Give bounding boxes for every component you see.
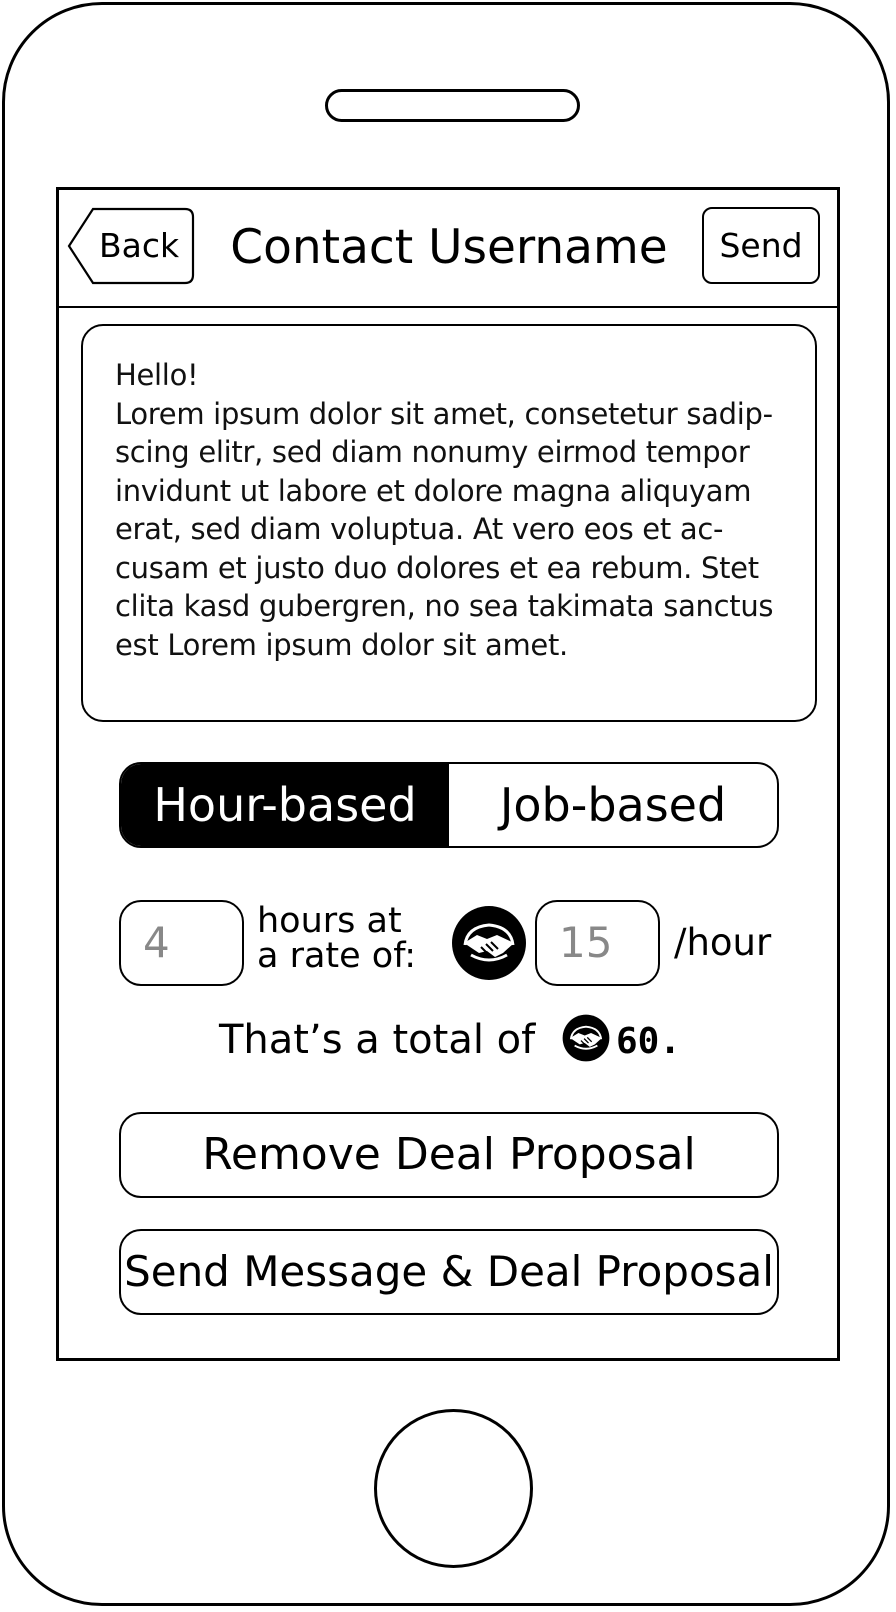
back-button[interactable]: Back [67,207,195,285]
total-prefix: That’s a total of [219,1017,536,1063]
handshake-coin-icon [452,906,526,980]
message-textarea[interactable]: Hello! Lorem ipsum dolor sit amet, conse… [81,324,817,722]
page-title: Contact Username [230,220,668,275]
home-button[interactable] [374,1409,533,1568]
rate-input[interactable]: 15 [535,900,660,986]
rate-row: 4 hours at a rate of: 15 /hour [119,900,819,990]
hours-label-line1: hours at [257,901,402,941]
total-summary: That’s a total of 60. [219,1010,681,1070]
hours-label-line2: a rate of: [257,936,417,976]
hours-input[interactable]: 4 [119,900,244,986]
app-screen: Back Contact Username Send Hello! Lorem … [56,187,840,1361]
segment-hour-based[interactable]: Hour-based [121,764,449,846]
total-amount: 60. [615,1021,681,1062]
handshake-coin-icon [562,1014,610,1062]
segment-job-based[interactable]: Job-based [449,764,777,846]
hours-rate-label: hours at a rate of: [257,904,416,974]
deal-type-segmented-control: Hour-based Job-based [119,762,779,848]
send-message-and-deal-proposal-button[interactable]: Send Message & Deal Proposal [119,1229,779,1315]
back-button-label: Back [99,226,180,265]
per-hour-label: /hour [674,921,772,964]
remove-deal-proposal-button[interactable]: Remove Deal Proposal [119,1112,779,1198]
navigation-bar: Back Contact Username Send [59,190,837,308]
phone-speaker [325,89,580,122]
send-button[interactable]: Send [702,207,820,284]
